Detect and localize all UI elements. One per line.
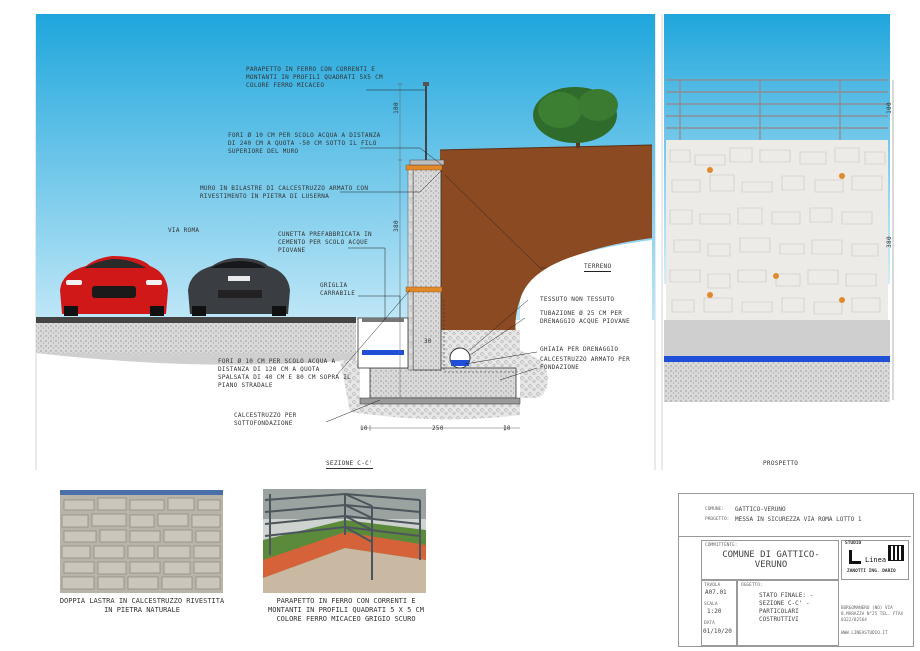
studio-key: STUDIO (845, 541, 862, 546)
tavola-value: A07.01 (705, 589, 727, 596)
data-key: DATA (704, 621, 715, 626)
dim-footing-right: 10 (503, 425, 511, 432)
annotation-gravel: GHIAIA PER DRENAGGIO (540, 346, 619, 353)
dim-wall-height: 380 (392, 220, 400, 232)
progetto-value: MESSA IN SICUREZZA VIA ROMA LOTTO 1 (735, 516, 862, 523)
annotation-drain-pipe: TUBAZIONE Ø 25 CM PER DRENAGGIO ACQUE PI… (540, 310, 630, 325)
annotation-wall: MURO IN BILASTRE DI CALCESTRUZZO ARMATO … (200, 185, 369, 200)
data-value: 01/10/20 (703, 628, 732, 635)
annotation-holes-upper: FORI Ø 10 CM PER SCOLO ACQUA A DISTANZA … (228, 132, 381, 155)
qr-code-icon (888, 545, 904, 561)
photo-caption-railing: PARAPETTO IN FERRO CON CORRENTI E MONTAN… (268, 597, 424, 623)
railing-photo (263, 489, 426, 593)
annotation-fabric: TESSUTO NON TESSUTO (540, 296, 615, 303)
elevation-caption: PROSPETTO (763, 460, 799, 467)
stone-wall-photo (60, 490, 223, 593)
oggetto-key: OGGETTO: (741, 583, 763, 588)
studio-email: WWW.LINEASTUDIO.IT (841, 631, 888, 636)
studio-address: BORGOMANERO (NO) VIA B.MARAZZA N°25 TEL.… (841, 606, 904, 623)
studio-logo-icon (849, 550, 861, 564)
studio-logo-text: Linea (865, 556, 887, 564)
dim-top-post: 100 (392, 102, 400, 114)
dim-footing-left: 10 (360, 425, 368, 432)
comune-value: GATTICO-VERUNO (735, 506, 786, 513)
scala-key: SCALA (704, 602, 718, 607)
dim-footing-width: 250 (432, 425, 444, 432)
section-caption: SEZIONE C-C' (326, 460, 373, 469)
photo-caption-stone: DOPPIA LASTRA IN CALCESTRUZZO RIVESTITA … (59, 597, 225, 614)
committente-value: COMUNE DI GATTICO-VERUNO (722, 550, 820, 570)
soil-label: TERRENO (584, 263, 612, 272)
oggetto-value: STATO FINALE: - SEZIONE C-C' - PARTICOLA… (759, 592, 814, 623)
annotation-gutter: CUNETTA PREFABBRICATA IN CEMENTO PER SCO… (278, 231, 372, 254)
elevation-dim-height: 380 (885, 236, 893, 248)
elevation-dim-top: 100 (885, 102, 893, 114)
annotation-railing: PARAPETTO IN FERRO CON CORRENTI E MONTAN… (246, 66, 383, 89)
comune-key: COMUNE: (705, 507, 724, 512)
tavola-key: TAVOLA (704, 583, 721, 588)
scala-value: 1:20 (707, 608, 722, 615)
title-block: COMUNE: GATTICO-VERUNO PROGETTO: MESSA I… (678, 493, 914, 647)
annotation-footing: CALCESTRUZZO ARMATO PER FONDAZIONE (540, 356, 630, 371)
progetto-key: PROGETTO: (705, 517, 730, 522)
street-label: VIA ROMA (168, 227, 200, 234)
dim-gutter: 30 (424, 338, 432, 345)
annotation-grate: GRIGLIA CARRABILE (320, 282, 356, 297)
annotation-holes-lower: FORI Ø 10 CM PER SCOLO ACQUA A DISTANZA … (218, 358, 352, 389)
studio-name: ZANOTTI ING. DARIO (847, 569, 896, 574)
annotation-subfoundation: CALCESTRUZZO PER SOTTOFONDAZIONE (234, 412, 297, 427)
committente-key: COMMITTENTE: (705, 543, 738, 548)
